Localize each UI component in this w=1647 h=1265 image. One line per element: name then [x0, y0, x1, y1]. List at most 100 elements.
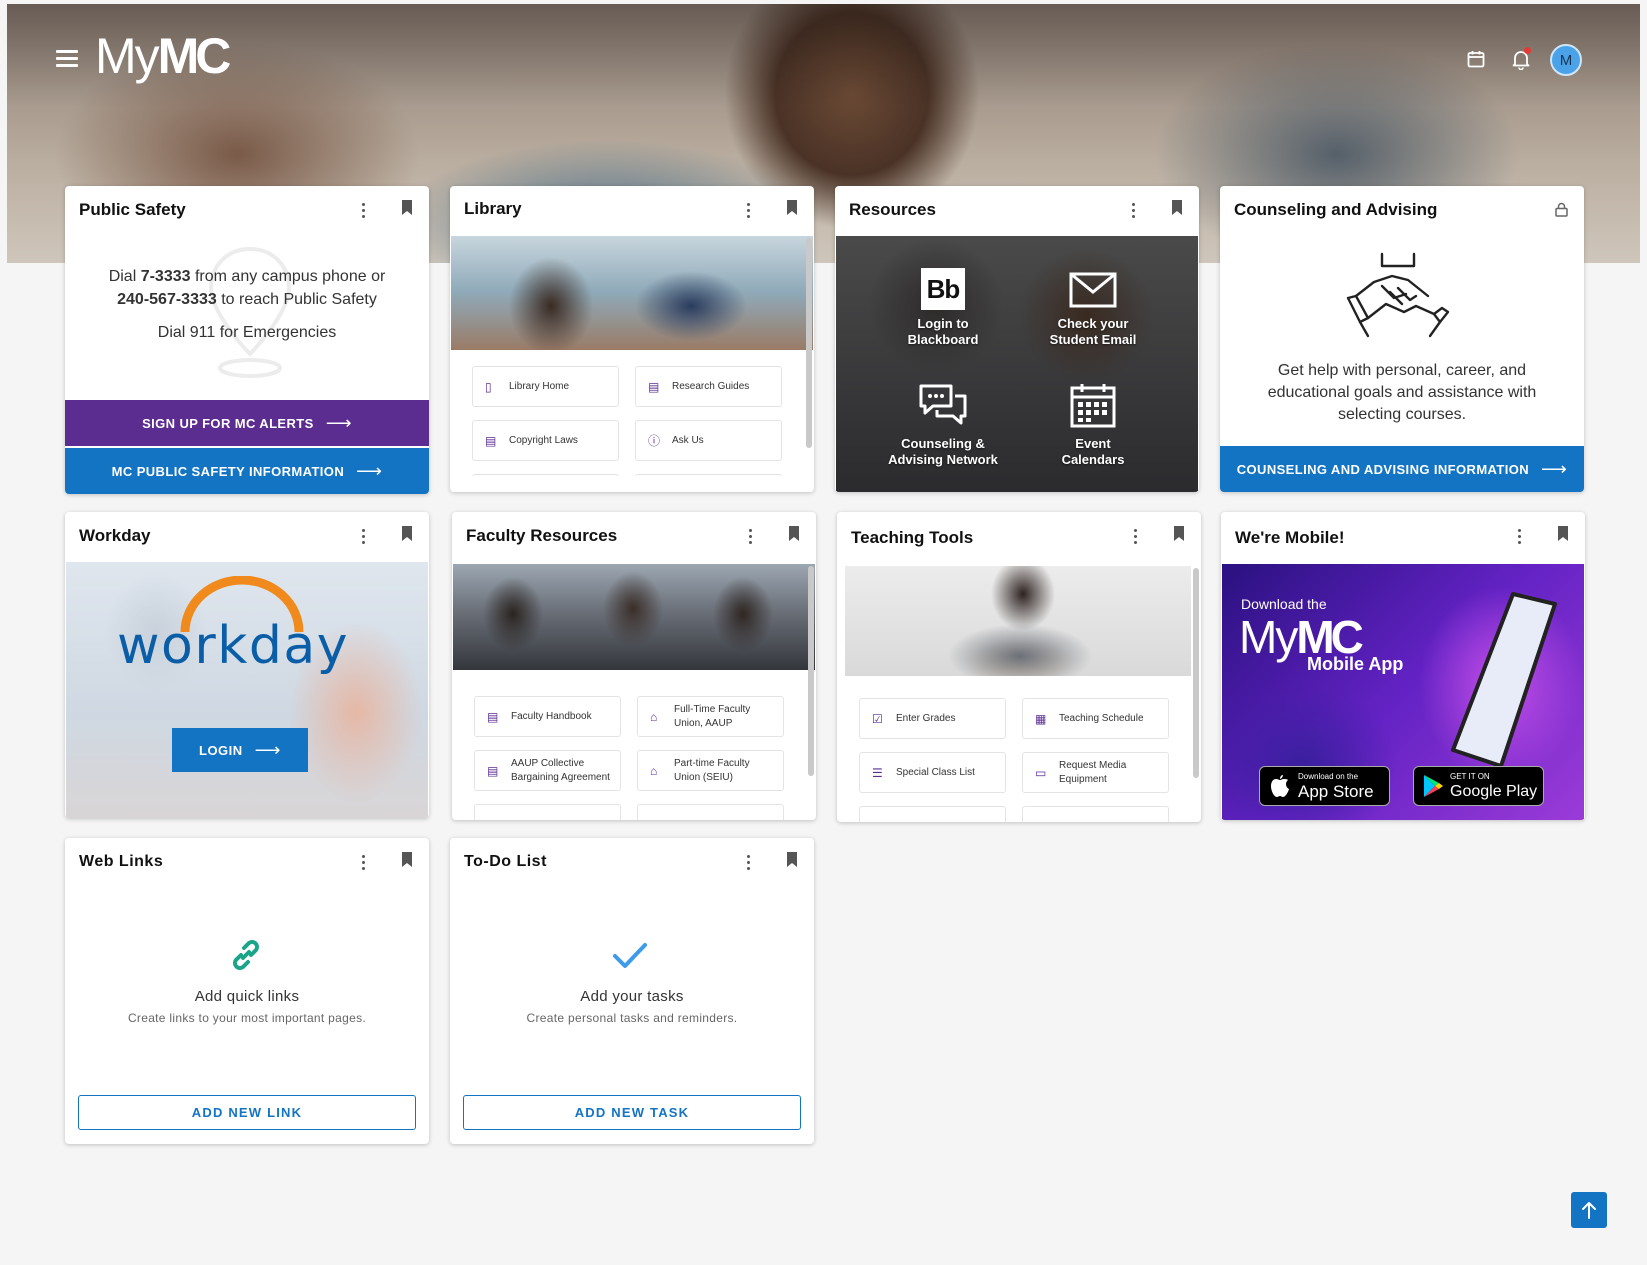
bookmark-icon[interactable] [1173, 526, 1185, 546]
card-title: To-Do List [464, 853, 547, 870]
bookmark-icon[interactable] [1171, 200, 1183, 220]
bookmark-icon[interactable] [786, 200, 798, 220]
link-icon [233, 940, 259, 970]
special-class-list-link[interactable]: ☰ Special Class List [859, 752, 1006, 793]
list-item[interactable] [472, 474, 619, 476]
bookmark-icon[interactable] [788, 526, 800, 546]
add-new-link-button[interactable]: ADD NEW LINK [78, 1095, 416, 1130]
teaching-photo [845, 566, 1191, 676]
question-icon: ⓘ [648, 434, 661, 448]
research-guides-link[interactable]: ▤ Research Guides [635, 366, 782, 407]
copyright-laws-link[interactable]: ▤ Copyright Laws [472, 420, 619, 461]
student-email-link[interactable]: Check your Student Email [1023, 272, 1163, 348]
bookmark-icon[interactable] [1557, 526, 1569, 546]
workday-card: Workday workday LOGIN ⟶ [65, 512, 429, 818]
google-play-badge[interactable]: GET IT ON Google Play [1413, 766, 1544, 806]
notifications-bell-icon[interactable] [1506, 44, 1536, 74]
counseling-advising-network-link[interactable]: Counseling & Advising Network [873, 382, 1013, 468]
list-item[interactable] [1022, 806, 1169, 822]
faculty-resources-card: Faculty Resources ▤ Faculty Handbook ⌂ Ful… [452, 512, 816, 820]
user-avatar[interactable]: M [1550, 44, 1582, 76]
counseling-advising-info-button[interactable]: COUNSELING AND ADVISING INFORMATION ⟶ [1220, 446, 1584, 492]
blackboard-login-link[interactable]: Bb Login to Blackboard [873, 268, 1013, 348]
list-item[interactable] [637, 804, 784, 820]
empty-state-subtext: Create links to your most important page… [127, 1011, 367, 1025]
lock-icon[interactable] [1555, 202, 1568, 222]
list-icon: ☰ [872, 765, 883, 780]
event-calendars-link[interactable]: Event Calendars [1023, 382, 1163, 468]
library-card: Library ▯ Library Home ▤ Research Guides ▤… [450, 186, 814, 492]
workday-login-button[interactable]: LOGIN ⟶ [172, 728, 308, 772]
add-new-task-button[interactable]: ADD NEW TASK [463, 1095, 801, 1130]
scroll-to-top-button[interactable] [1571, 1192, 1607, 1228]
envelope-icon [1069, 272, 1117, 308]
more-options-icon[interactable] [355, 852, 371, 872]
more-options-icon[interactable] [1511, 526, 1527, 546]
scrollbar[interactable] [806, 238, 812, 448]
mc-alerts-signup-button[interactable]: SIGN UP FOR MC ALERTS ⟶ [65, 400, 429, 446]
more-options-icon[interactable] [740, 200, 756, 220]
bookmark-icon[interactable] [786, 852, 798, 872]
scrollbar[interactable] [1193, 568, 1199, 778]
book-icon: ▤ [487, 709, 499, 724]
aaup-agreement-link[interactable]: ▤ AAUP Collective Bargaining Agreement [474, 750, 621, 791]
calendar-icon[interactable] [1461, 44, 1491, 74]
notification-badge [1524, 47, 1531, 54]
more-options-icon[interactable] [355, 200, 371, 220]
list-item[interactable] [635, 474, 782, 476]
arrow-up-icon [1582, 1202, 1596, 1219]
public-safety-info-button[interactable]: MC PUBLIC SAFETY INFORMATION ⟶ [65, 448, 429, 494]
bookmark-icon[interactable] [401, 200, 413, 220]
library-home-link[interactable]: ▯ Library Home [472, 366, 619, 407]
workday-logo-text: workday [117, 616, 349, 676]
app-store-badge[interactable]: Download on the App Store [1259, 766, 1390, 806]
card-title: Workday [79, 526, 151, 545]
mymc-logo[interactable]: MyMC [95, 26, 231, 86]
more-options-icon[interactable] [742, 526, 758, 546]
clipboard-check-icon: ☑ [872, 711, 883, 726]
bookmark-icon[interactable] [401, 852, 413, 872]
card-title: Web Links [79, 853, 164, 870]
part-time-faculty-union-link[interactable]: ⌂ Part-time Faculty Union (SEIU) [637, 750, 784, 791]
web-links-card: Web Links Add quick links Create links t… [65, 838, 429, 1144]
more-options-icon[interactable] [1125, 200, 1141, 220]
location-pin-icon [208, 246, 292, 378]
card-title: Faculty Resources [466, 526, 618, 545]
card-title: We're Mobile! [1235, 528, 1345, 547]
more-options-icon[interactable] [1127, 526, 1143, 546]
more-options-icon[interactable] [740, 852, 756, 872]
list-item[interactable] [474, 804, 621, 820]
scrollbar[interactable] [808, 566, 814, 776]
full-time-faculty-union-link[interactable]: ⌂ Full-Time Faculty Union, AAUP [637, 696, 784, 737]
mobile-app-text: Mobile App [1307, 654, 1404, 674]
chat-bubbles-icon [919, 384, 967, 425]
arrow-right-icon: ⟶ [356, 460, 383, 481]
request-media-equipment-link[interactable]: ▭ Request Media Equipment [1022, 752, 1169, 793]
arrow-right-icon: ⟶ [254, 739, 281, 760]
ask-us-link[interactable]: ⓘ Ask Us [635, 420, 782, 461]
empty-state-heading: Add your tasks [580, 988, 684, 1005]
hamburger-menu-icon[interactable] [56, 50, 78, 68]
list-item[interactable] [859, 806, 1006, 822]
document-icon: ▤ [485, 433, 497, 448]
library-photo [451, 236, 813, 350]
calendar-icon: ▦ [1035, 711, 1047, 726]
more-options-icon[interactable] [355, 526, 371, 546]
enter-grades-link[interactable]: ☑ Enter Grades [859, 698, 1006, 739]
bookmark-icon[interactable] [401, 526, 413, 546]
blackboard-icon: Bb [921, 268, 965, 310]
phone-illustration-icon [1451, 592, 1557, 768]
faculty-photo [453, 564, 815, 670]
teaching-schedule-link[interactable]: ▦ Teaching Schedule [1022, 698, 1169, 739]
checkmark-icon [613, 943, 647, 968]
card-title: Library [464, 199, 522, 218]
arrow-right-icon: ⟶ [1541, 458, 1568, 479]
card-title: Teaching Tools [851, 528, 974, 547]
laptop-icon: ▭ [1035, 765, 1047, 780]
mobile-app-card: We're Mobile! Download the MyMC Mobile A… [1221, 512, 1585, 820]
top-bar: MyMC M [0, 0, 1647, 120]
faculty-handbook-link[interactable]: ▤ Faculty Handbook [474, 696, 621, 737]
apple-icon [1271, 775, 1289, 797]
counseling-advising-card: Counseling and Advising Get help with pe… [1220, 186, 1584, 492]
document-icon: ▤ [648, 379, 660, 394]
